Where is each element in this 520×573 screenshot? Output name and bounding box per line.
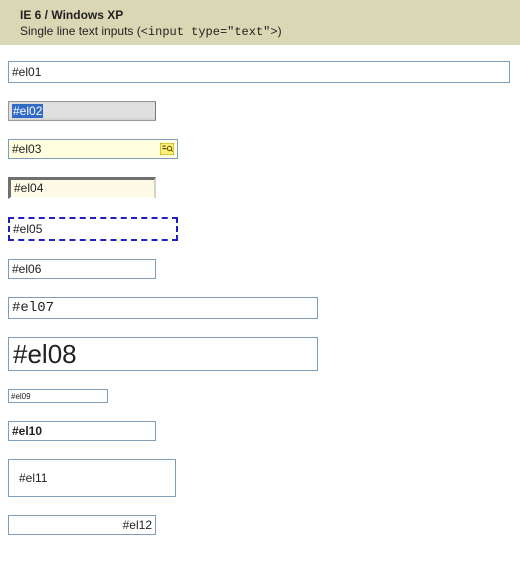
input-el11[interactable] [8, 459, 176, 497]
platform-label: IE 6 / Windows XP [20, 8, 508, 22]
input-el07[interactable] [8, 297, 318, 319]
input-el06[interactable] [8, 259, 156, 279]
input-el09[interactable] [8, 389, 108, 403]
input-el05[interactable] [8, 217, 178, 241]
input-el03-value: #el03 [12, 142, 159, 156]
content: #el02 #el03 #el04 [0, 45, 520, 573]
input-el04[interactable]: #el04 [8, 177, 156, 199]
input-el08[interactable] [8, 337, 318, 371]
input-el12[interactable] [8, 515, 156, 535]
input-el03[interactable]: #el03 [8, 139, 178, 159]
input-el02-selection: #el02 [12, 104, 43, 118]
input-el01[interactable] [8, 61, 510, 83]
header: IE 6 / Windows XP Single line text input… [0, 0, 520, 45]
input-el10[interactable] [8, 421, 156, 441]
subtitle-prefix: Single line text inputs ( [20, 24, 141, 38]
subtitle: Single line text inputs (<input type="te… [20, 24, 508, 39]
subtitle-code: <input type="text"> [141, 25, 278, 39]
input-el04-value: #el04 [14, 181, 43, 195]
subtitle-suffix: ) [278, 24, 282, 38]
autocomplete-icon [159, 142, 175, 156]
input-el02[interactable]: #el02 [8, 101, 156, 121]
